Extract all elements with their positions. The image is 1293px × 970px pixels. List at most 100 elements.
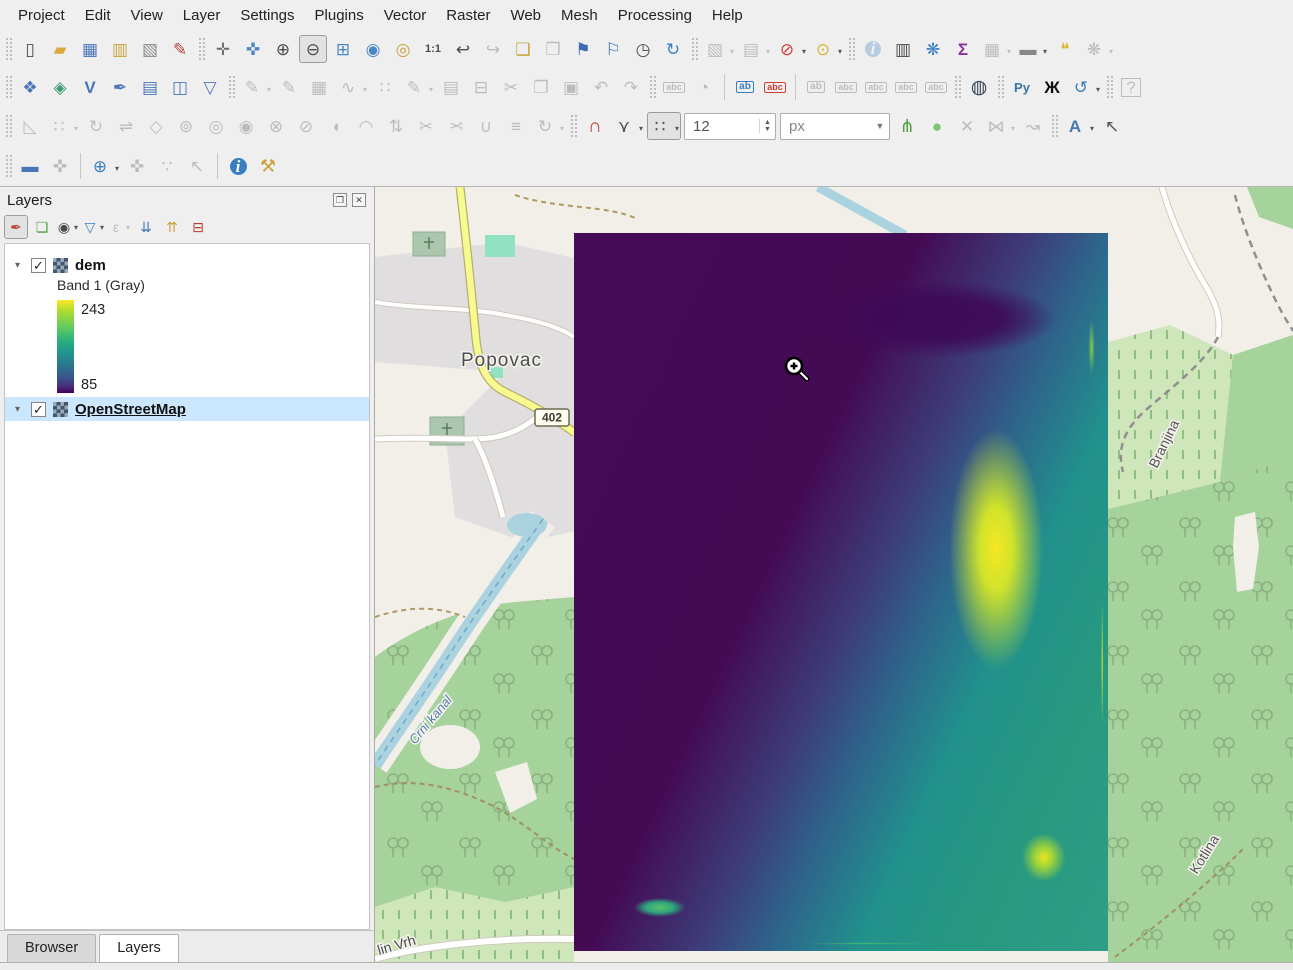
filter-legend-button[interactable]: ▽ xyxy=(82,215,106,239)
tab-layers[interactable]: Layers xyxy=(99,934,179,962)
new-shapefile-layer-button[interactable]: V xyxy=(76,73,104,101)
menu-item-plugins[interactable]: Plugins xyxy=(305,4,374,27)
vertex-editor-button[interactable]: ∵ xyxy=(153,152,181,180)
menu-item-project[interactable]: Project xyxy=(8,4,75,27)
create-annotation-button[interactable]: A xyxy=(1062,112,1096,140)
reshape-features-button[interactable]: ◖ xyxy=(322,112,350,140)
advanced-digitizing-panel-button[interactable]: ◺ xyxy=(16,112,44,140)
menu-item-processing[interactable]: Processing xyxy=(608,4,702,27)
menu-item-vector[interactable]: Vector xyxy=(374,4,437,27)
processing-history-button[interactable]: ↺ xyxy=(1068,73,1102,101)
current-edits-button[interactable]: ✎ xyxy=(239,73,273,101)
labeling-options-button[interactable]: abc xyxy=(660,73,688,101)
style-manager-button[interactable]: ✎ xyxy=(166,35,194,63)
new-memory-layer-button[interactable]: ▤ xyxy=(136,73,164,101)
merge-attributes-button[interactable]: ≡ xyxy=(502,112,530,140)
toolbox-wrench-button[interactable]: ⚒ xyxy=(254,152,282,180)
move-label-button[interactable]: abc xyxy=(862,73,890,101)
field-calculator-button[interactable]: ▥ xyxy=(889,35,917,63)
attribute-table-button[interactable]: ▦ xyxy=(979,35,1013,63)
debug-report-button[interactable]: Ж xyxy=(1038,73,1066,101)
float-panel-button[interactable]: ❐ xyxy=(333,193,347,207)
tab-browser[interactable]: Browser xyxy=(7,934,96,962)
vertex-tool-button[interactable]: ✎ xyxy=(401,73,435,101)
offset-curve-button[interactable]: ◠ xyxy=(352,112,380,140)
new-map-view-button[interactable]: ❏ xyxy=(509,35,537,63)
manage-map-themes-button[interactable]: ◉ xyxy=(56,215,80,239)
zoom-last-button[interactable]: ↩ xyxy=(449,35,477,63)
python-console-button[interactable]: Py xyxy=(1008,73,1036,101)
move-feature-button[interactable]: ∷ xyxy=(46,112,80,140)
close-panel-button[interactable]: ✕ xyxy=(352,193,366,207)
metasearch-button[interactable]: ◍ xyxy=(965,73,993,101)
topological-editing-button[interactable]: ⋔ xyxy=(893,112,921,140)
open-project-button[interactable]: ▰ xyxy=(46,35,74,63)
help-contents-button[interactable]: ? xyxy=(1117,73,1145,101)
collapse-all-button[interactable]: ⇈ xyxy=(160,215,184,239)
gps-center-button[interactable]: ✜ xyxy=(46,152,74,180)
change-label-button[interactable]: abc xyxy=(922,73,950,101)
new-virtual-layer-button[interactable]: ◫ xyxy=(166,73,194,101)
show-spatial-bookmarks-button[interactable]: ⚐ xyxy=(599,35,627,63)
expander-icon[interactable]: ▾ xyxy=(15,404,29,415)
paste-features-button[interactable]: ▣ xyxy=(557,73,585,101)
temporal-controller-button[interactable]: ◷ xyxy=(629,35,657,63)
layer-labeling-button[interactable]: ab xyxy=(731,73,759,101)
snapping-units-combo[interactable]: px ▼ xyxy=(780,113,890,140)
copy-features-button[interactable]: ❐ xyxy=(527,73,555,101)
map-canvas[interactable]: 402 Popovac Crni kanal Branjina Kotlina … xyxy=(375,187,1293,962)
measure-button[interactable]: ▬ xyxy=(1015,35,1049,63)
add-group-button[interactable]: ❏ xyxy=(30,215,54,239)
open-layer-styling-button[interactable]: ✒ xyxy=(4,215,28,239)
snapping-mode-button[interactable]: ∷ xyxy=(647,112,681,140)
zoom-out-button[interactable]: ⊖ xyxy=(299,35,327,63)
dem-visibility-checkbox[interactable]: ✓ xyxy=(31,258,46,273)
spin-up-icon[interactable]: ▲ xyxy=(764,119,771,126)
pan-to-selection-button[interactable]: ✜ xyxy=(239,35,267,63)
spinbox-stepper[interactable]: ▲▼ xyxy=(759,119,775,133)
show-layout-manager-button[interactable]: ▧ xyxy=(136,35,164,63)
rotate-point-symbols-button[interactable]: ↻ xyxy=(532,112,566,140)
zoom-to-selection-button[interactable]: ◉ xyxy=(359,35,387,63)
select-by-location-button[interactable]: ⊙ xyxy=(810,35,844,63)
menu-item-settings[interactable]: Settings xyxy=(230,4,304,27)
deselect-features-button[interactable]: ⊘ xyxy=(774,35,808,63)
menu-item-view[interactable]: View xyxy=(121,4,173,27)
map-tips-button[interactable]: ❝ xyxy=(1051,35,1079,63)
cut-features-button[interactable]: ✂ xyxy=(497,73,525,101)
snapping-tolerance-value[interactable]: 12 xyxy=(685,118,759,135)
remove-layer-button[interactable]: ⊟ xyxy=(186,215,210,239)
digitize-with-segment-button[interactable]: ∿ xyxy=(335,73,369,101)
snapping-tolerance-spinbox[interactable]: 12 ▲▼ xyxy=(684,113,776,140)
identify-features-button[interactable]: i xyxy=(859,35,887,63)
processing-toolbox-button[interactable]: ❋ xyxy=(919,35,947,63)
statistical-summary-button[interactable]: Σ xyxy=(949,35,977,63)
menu-item-edit[interactable]: Edit xyxy=(75,4,121,27)
zoom-full-button[interactable]: ⊞ xyxy=(329,35,357,63)
simplify-feature-button[interactable]: ◇ xyxy=(142,112,170,140)
new-spatialite-layer-button[interactable]: ✒ xyxy=(106,73,134,101)
save-layer-edits-button[interactable]: ▦ xyxy=(305,73,333,101)
pan-map-button[interactable]: ✛ xyxy=(209,35,237,63)
layer-labeling-rules-button[interactable]: abc xyxy=(761,73,789,101)
delete-part-button[interactable]: ⊘ xyxy=(292,112,320,140)
select-annotation-button[interactable]: ↖ xyxy=(1098,112,1126,140)
save-project-button[interactable]: ▦ xyxy=(76,35,104,63)
select-features-button[interactable]: ▧ xyxy=(702,35,736,63)
split-parts-button[interactable]: ✂ xyxy=(442,112,470,140)
menu-item-raster[interactable]: Raster xyxy=(436,4,500,27)
redo-button[interactable]: ↷ xyxy=(617,73,645,101)
copy-move-feature-button[interactable]: ⇌ xyxy=(112,112,140,140)
merge-features-button[interactable]: ∪ xyxy=(472,112,500,140)
snapping-intersection-mode-button[interactable]: ⋈ xyxy=(983,112,1017,140)
expander-icon[interactable]: ▾ xyxy=(15,260,29,271)
new-project-button[interactable]: ▯ xyxy=(16,35,44,63)
snapping-type-button[interactable]: ⋎ xyxy=(611,112,645,140)
delete-ring-button[interactable]: ⊗ xyxy=(262,112,290,140)
new-spatial-bookmark-button[interactable]: ⚑ xyxy=(569,35,597,63)
menu-item-help[interactable]: Help xyxy=(702,4,753,27)
expand-all-button[interactable]: ⇊ xyxy=(134,215,158,239)
layer-row-dem[interactable]: ▾ ✓ dem xyxy=(5,253,369,277)
run-feature-action-button[interactable]: ❋ xyxy=(1081,35,1115,63)
zoom-native-resolution-button[interactable]: 1:1 xyxy=(419,35,447,63)
